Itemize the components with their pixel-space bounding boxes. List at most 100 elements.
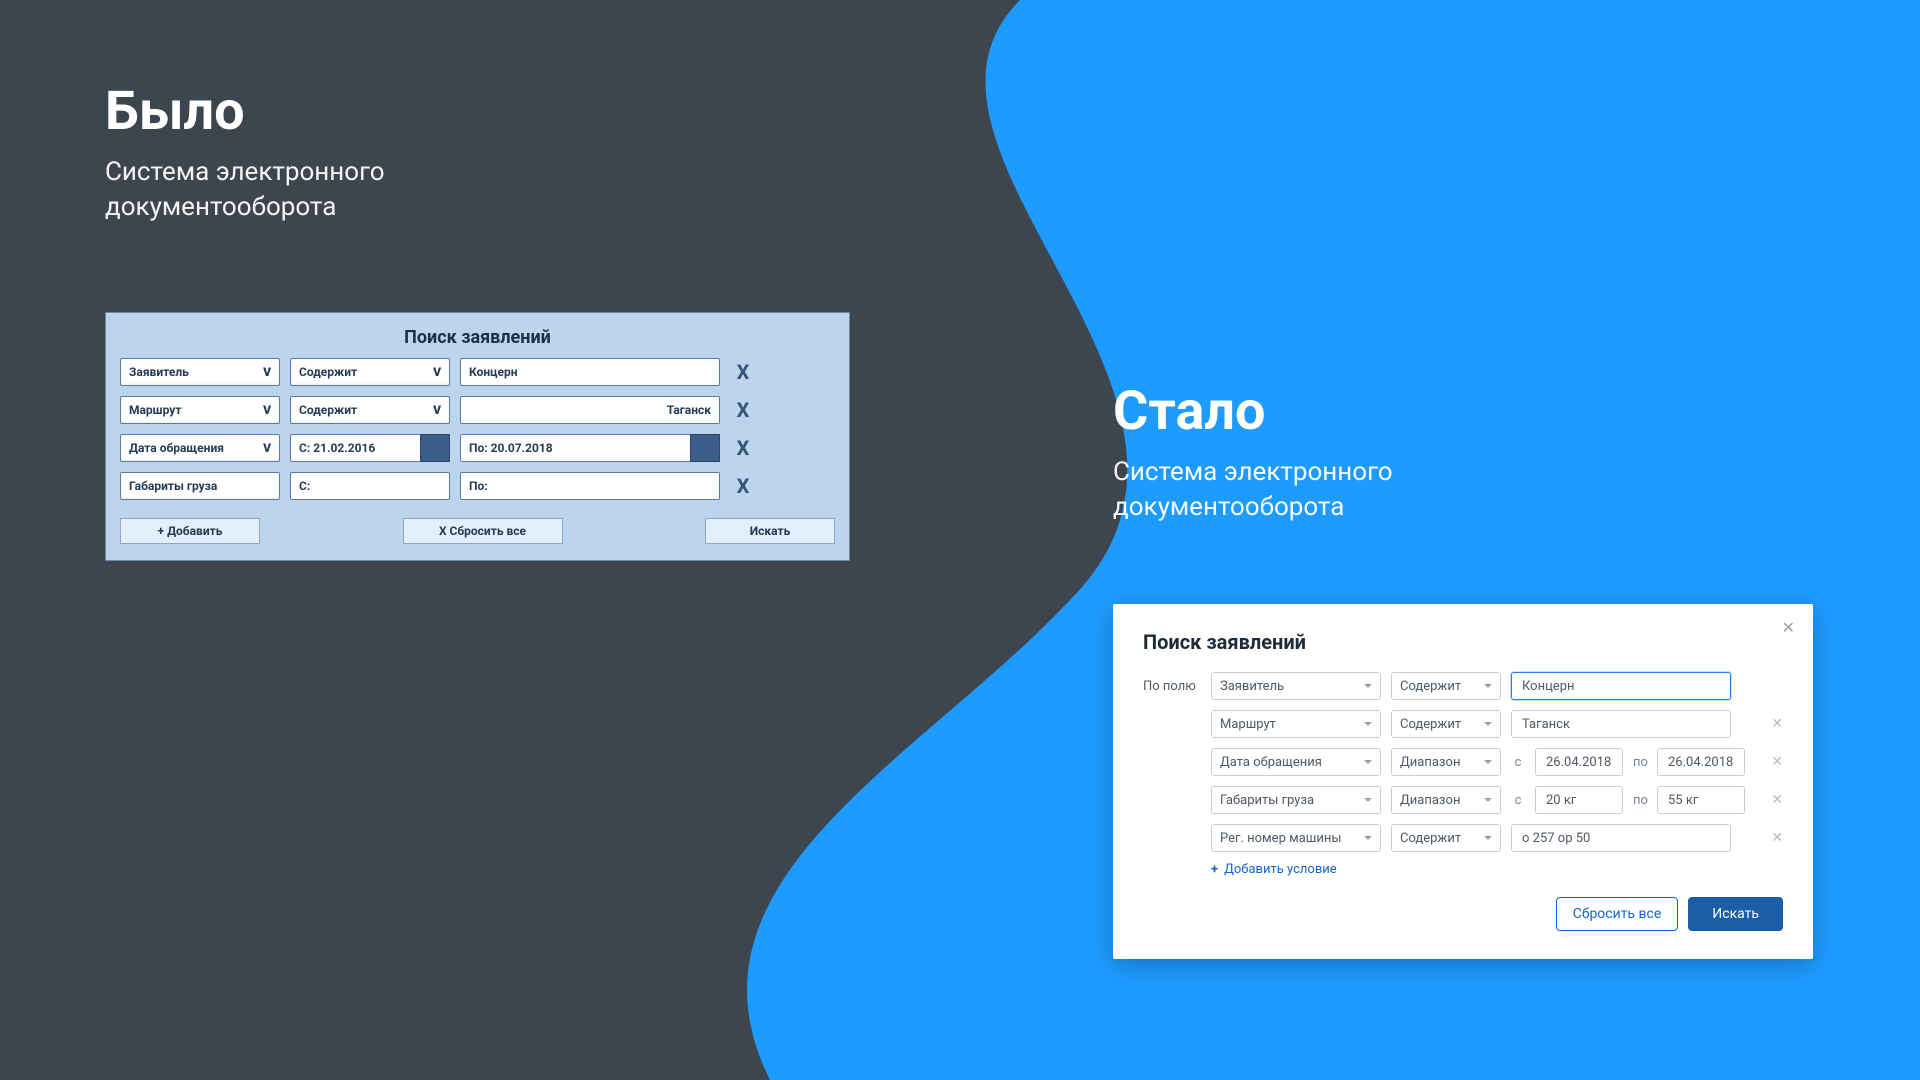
remove-row-button[interactable]: X bbox=[732, 358, 754, 386]
new-op-value: Диапазон bbox=[1400, 793, 1460, 808]
new-to-input[interactable]: 26.04.2018 bbox=[1657, 748, 1745, 776]
reset-all-button[interactable]: X Сбросить все bbox=[403, 518, 563, 544]
old-to-label: По: bbox=[469, 479, 488, 493]
old-field-select[interactable]: Дата обращения V bbox=[120, 434, 280, 462]
remove-row-button[interactable]: X bbox=[732, 472, 754, 500]
old-field-value: Габариты груза bbox=[129, 479, 217, 493]
calendar-button[interactable] bbox=[690, 434, 720, 462]
chevron-down-icon bbox=[1484, 798, 1492, 802]
old-row: Заявитель V Содержит V Концерн X bbox=[120, 358, 835, 386]
remove-row-icon[interactable]: ✕ bbox=[1771, 830, 1783, 846]
new-from-input[interactable]: 26.04.2018 bbox=[1535, 748, 1623, 776]
heading-after-title: Стало bbox=[1113, 380, 1393, 443]
new-field-value: Дата обращения bbox=[1220, 755, 1322, 770]
new-row: Дата обращения Диапазон с 26.04.2018 по … bbox=[1143, 748, 1783, 776]
search-button[interactable]: Искать bbox=[705, 518, 835, 544]
chevron-down-icon bbox=[1484, 684, 1492, 688]
remove-row-icon[interactable]: ✕ bbox=[1771, 716, 1783, 732]
new-op-select[interactable]: Содержит bbox=[1391, 824, 1501, 852]
old-field-select[interactable]: Габариты груза bbox=[120, 472, 280, 500]
old-value-input[interactable]: Таганск bbox=[460, 396, 720, 424]
chevron-down-icon: V bbox=[263, 441, 271, 455]
heading-before-title: Было bbox=[105, 80, 385, 143]
new-row: По полю Заявитель Содержит Концерн bbox=[1143, 672, 1783, 700]
new-from-input[interactable]: 20 кг bbox=[1535, 786, 1623, 814]
new-panel-title: Поиск заявлений bbox=[1143, 630, 1783, 654]
new-value-input[interactable]: Таганск bbox=[1511, 710, 1731, 738]
new-row: Рег. номер машины Содержит о 257 ор 50 ✕ bbox=[1143, 824, 1783, 852]
new-field-select[interactable]: Рег. номер машины bbox=[1211, 824, 1381, 852]
heading-before: Было Система электронногодокументооборот… bbox=[105, 80, 385, 225]
add-condition-button[interactable]: + Добавить условие bbox=[1211, 862, 1783, 877]
chevron-down-icon bbox=[1364, 684, 1372, 688]
old-to-label: По: bbox=[469, 441, 488, 455]
old-value-input[interactable]: Концерн bbox=[460, 358, 720, 386]
new-op-select[interactable]: Диапазон bbox=[1391, 786, 1501, 814]
to-label: по bbox=[1633, 793, 1647, 808]
chevron-down-icon bbox=[1484, 836, 1492, 840]
new-field-select[interactable]: Заявитель bbox=[1211, 672, 1381, 700]
new-field-select[interactable]: Дата обращения bbox=[1211, 748, 1381, 776]
old-from-label: С: bbox=[299, 479, 310, 493]
chevron-down-icon: V bbox=[433, 403, 441, 417]
chevron-down-icon: V bbox=[433, 365, 441, 379]
old-op-select[interactable]: Содержит V bbox=[290, 358, 450, 386]
old-range-from[interactable]: С: bbox=[290, 472, 450, 500]
chevron-down-icon bbox=[1484, 722, 1492, 726]
chevron-down-icon bbox=[1364, 760, 1372, 764]
old-op-value: Содержит bbox=[299, 403, 357, 417]
calendar-button[interactable] bbox=[420, 434, 450, 462]
new-op-value: Содержит bbox=[1400, 679, 1461, 694]
old-op-value: Содержит bbox=[299, 365, 357, 379]
new-op-select[interactable]: Содержит bbox=[1391, 672, 1501, 700]
old-from-value: 21.02.2016 bbox=[313, 441, 375, 455]
old-to-value: 20.07.2018 bbox=[491, 441, 553, 455]
new-value-input[interactable]: Концерн bbox=[1511, 672, 1731, 700]
old-panel-title: Поиск заявлений bbox=[120, 323, 835, 358]
field-group-label: По полю bbox=[1143, 679, 1201, 694]
old-date-to[interactable]: По:20.07.2018 bbox=[460, 434, 720, 462]
new-op-value: Содержит bbox=[1400, 717, 1461, 732]
to-label: по bbox=[1633, 755, 1647, 770]
from-label: с bbox=[1511, 793, 1525, 808]
new-op-select[interactable]: Диапазон bbox=[1391, 748, 1501, 776]
old-field-value: Заявитель bbox=[129, 365, 189, 379]
new-to-input[interactable]: 55 кг bbox=[1657, 786, 1745, 814]
old-op-select[interactable]: Содержит V bbox=[290, 396, 450, 424]
heading-after-sub: Система электронногодокументооборота bbox=[1113, 455, 1393, 525]
add-condition-label: Добавить условие bbox=[1224, 862, 1337, 877]
new-field-value: Рег. номер машины bbox=[1220, 831, 1341, 846]
plus-icon: + bbox=[1211, 862, 1218, 877]
remove-row-button[interactable]: X bbox=[732, 396, 754, 424]
new-field-select[interactable]: Габариты груза bbox=[1211, 786, 1381, 814]
new-op-value: Содержит bbox=[1400, 831, 1461, 846]
old-field-select[interactable]: МаршрутV bbox=[120, 396, 280, 424]
chevron-down-icon bbox=[1484, 760, 1492, 764]
chevron-down-icon bbox=[1364, 722, 1372, 726]
new-value-input[interactable]: о 257 ор 50 bbox=[1511, 824, 1731, 852]
remove-row-icon[interactable]: ✕ bbox=[1771, 792, 1783, 808]
chevron-down-icon bbox=[1364, 798, 1372, 802]
new-actions: Сбросить все Искать bbox=[1143, 897, 1783, 931]
old-row: Дата обращения V С:21.02.2016 По:20.07.20… bbox=[120, 434, 835, 462]
add-button[interactable]: + Добавить bbox=[120, 518, 260, 544]
new-op-value: Диапазон bbox=[1400, 755, 1460, 770]
new-field-select[interactable]: Маршрут bbox=[1211, 710, 1381, 738]
reset-all-button[interactable]: Сбросить все bbox=[1556, 897, 1679, 931]
old-field-value: Дата обращения bbox=[129, 441, 224, 455]
old-field-select[interactable]: Заявитель V bbox=[120, 358, 280, 386]
remove-row-icon[interactable]: ✕ bbox=[1771, 754, 1783, 770]
old-range-to[interactable]: По: bbox=[460, 472, 720, 500]
search-button[interactable]: Искать bbox=[1688, 897, 1783, 931]
old-row: Габариты груза С: По: X bbox=[120, 472, 835, 500]
new-field-value: Заявитель bbox=[1220, 679, 1284, 694]
remove-row-button[interactable]: X bbox=[732, 434, 754, 462]
old-search-panel: Поиск заявлений Заявитель V Содержит V Кон… bbox=[105, 312, 850, 561]
old-date-from[interactable]: С:21.02.2016 bbox=[290, 434, 450, 462]
old-field-value: Маршрут bbox=[129, 403, 181, 417]
chevron-down-icon bbox=[1364, 836, 1372, 840]
new-op-select[interactable]: Содержит bbox=[1391, 710, 1501, 738]
chevron-down-icon: V bbox=[263, 365, 271, 379]
close-icon[interactable]: ✕ bbox=[1782, 618, 1795, 637]
new-field-value: Габариты груза bbox=[1220, 793, 1314, 808]
